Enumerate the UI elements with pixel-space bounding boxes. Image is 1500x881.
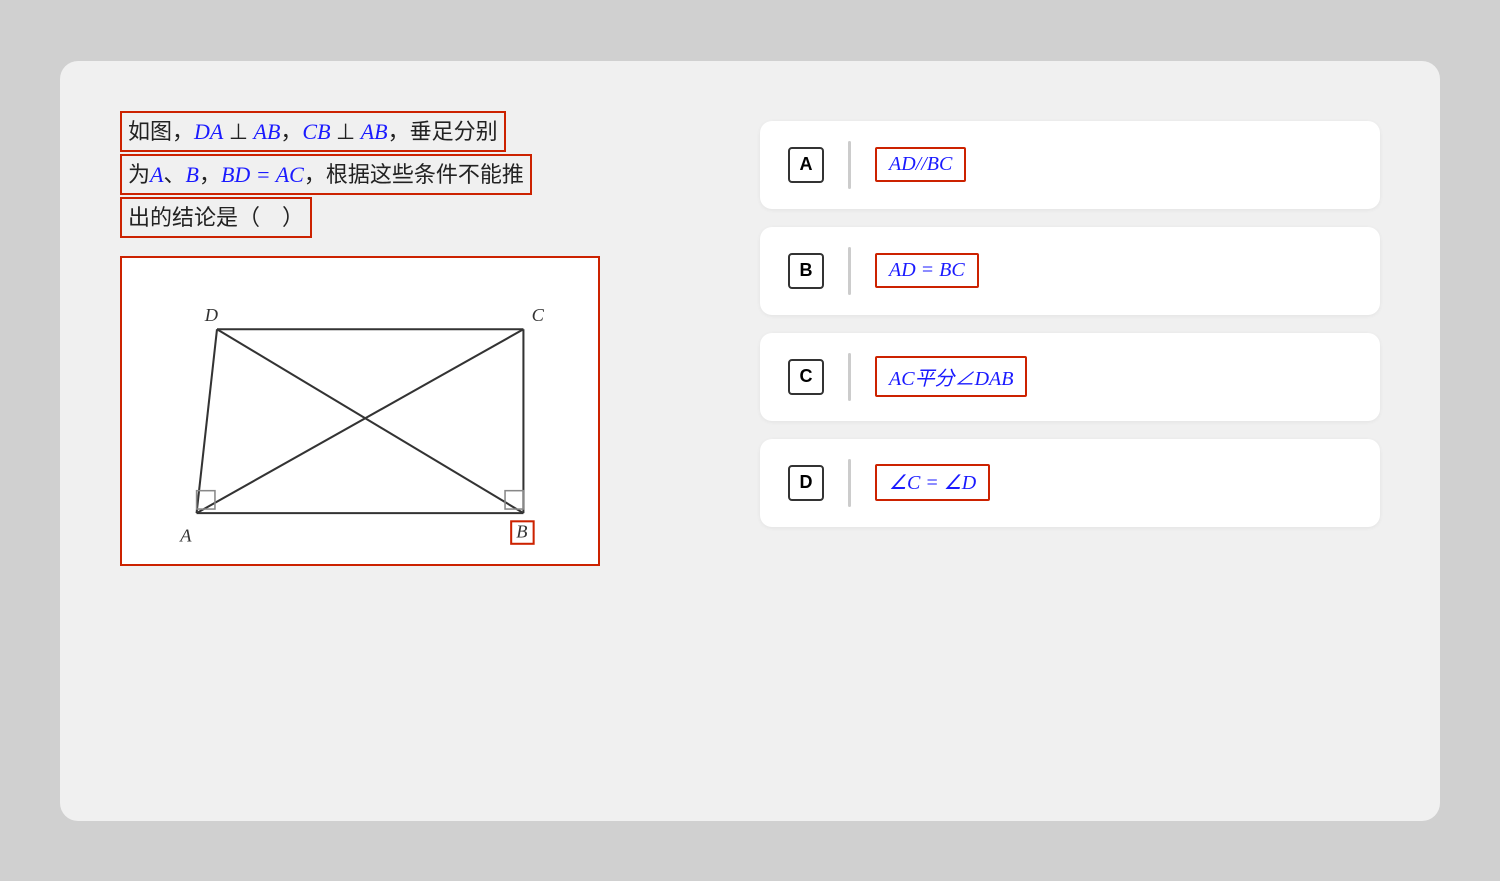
- right-panel: A AD//BC B AD = BC C AC平分∠DAB D: [760, 111, 1380, 771]
- option-row-c[interactable]: C AC平分∠DAB: [760, 333, 1380, 421]
- diagram-box: D C A B: [120, 256, 600, 566]
- option-content-d: ∠C = ∠D: [875, 464, 990, 501]
- svg-text:B: B: [516, 521, 527, 541]
- svg-text:A: A: [179, 525, 192, 545]
- option-row-b[interactable]: B AD = BC: [760, 227, 1380, 315]
- option-content-b: AD = BC: [875, 253, 979, 288]
- option-content-c: AC平分∠DAB: [875, 356, 1027, 397]
- question-line-1: 如图，DA ⊥ AB，CB ⊥ AB，垂足分别: [120, 111, 506, 152]
- divider-a: [848, 141, 851, 189]
- question-text: 如图，DA ⊥ AB，CB ⊥ AB，垂足分别 为A、B，BD = AC，根据这…: [120, 111, 700, 240]
- question-line-2: 为A、B，BD = AC，根据这些条件不能推: [120, 154, 532, 195]
- divider-b: [848, 247, 851, 295]
- main-card: 如图，DA ⊥ AB，CB ⊥ AB，垂足分别 为A、B，BD = AC，根据这…: [60, 61, 1440, 821]
- option-label-a: A: [788, 147, 824, 183]
- svg-text:C: C: [532, 305, 545, 325]
- option-label-b: B: [788, 253, 824, 289]
- option-label-d: D: [788, 465, 824, 501]
- option-label-c: C: [788, 359, 824, 395]
- option-content-a: AD//BC: [875, 147, 966, 182]
- divider-d: [848, 459, 851, 507]
- left-panel: 如图，DA ⊥ AB，CB ⊥ AB，垂足分别 为A、B，BD = AC，根据这…: [120, 111, 700, 771]
- option-row-a[interactable]: A AD//BC: [760, 121, 1380, 209]
- question-line-3: 出的结论是（ ）: [120, 197, 312, 238]
- svg-text:D: D: [204, 305, 218, 325]
- option-row-d[interactable]: D ∠C = ∠D: [760, 439, 1380, 527]
- geometry-diagram: D C A B: [132, 268, 588, 554]
- divider-c: [848, 353, 851, 401]
